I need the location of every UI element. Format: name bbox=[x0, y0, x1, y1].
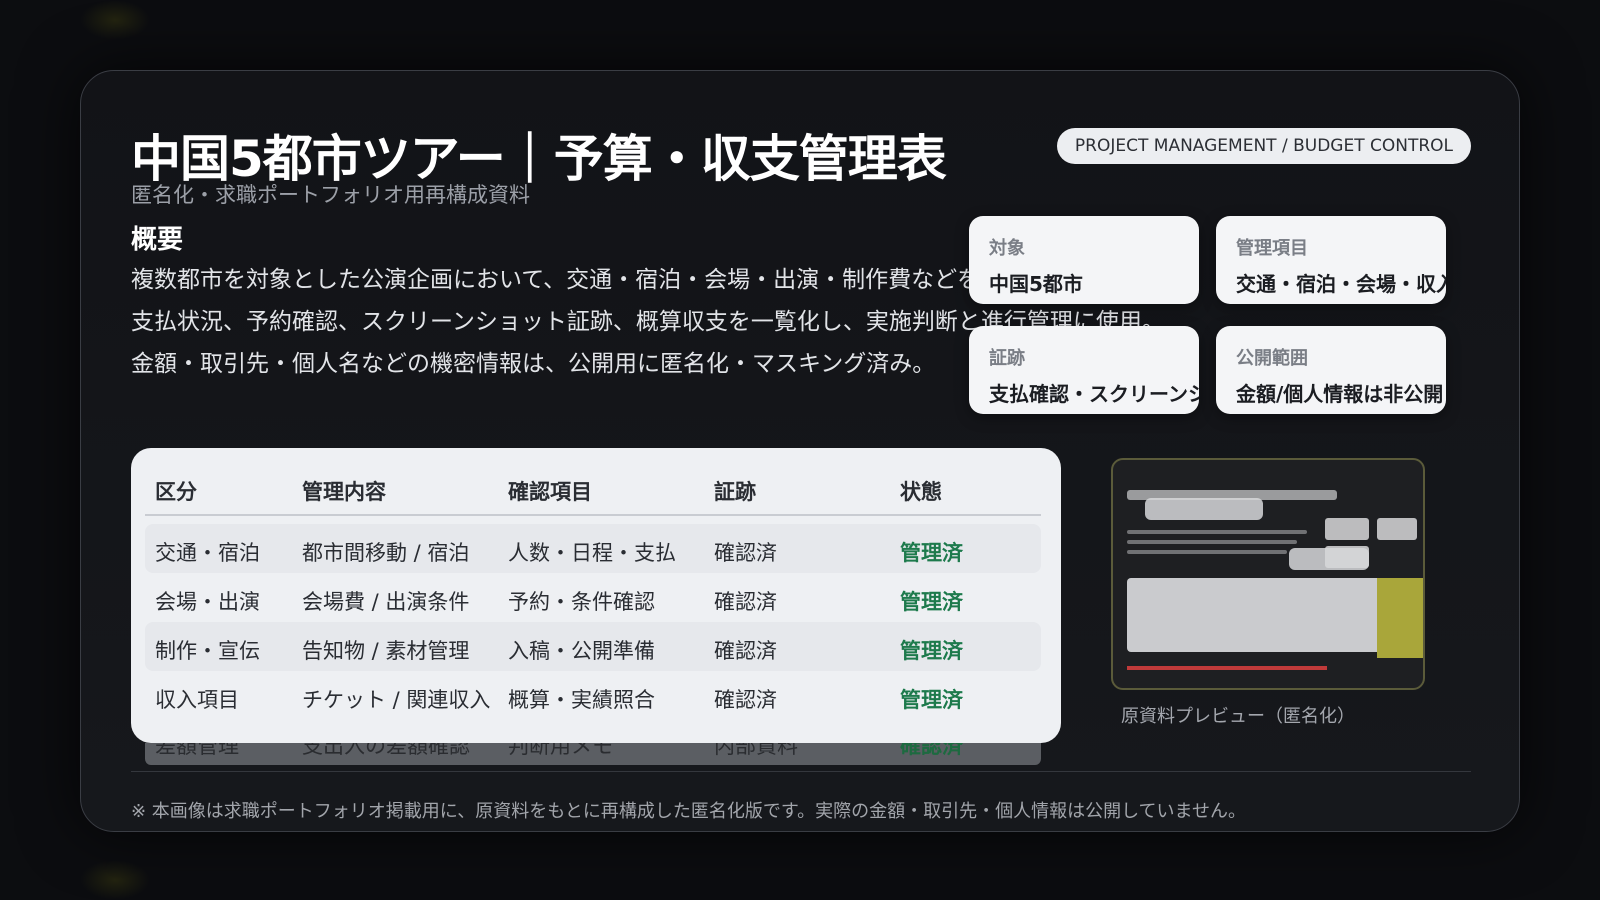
info-card-label: 証跡 bbox=[989, 348, 1025, 369]
column-header: 管理内容 bbox=[302, 480, 386, 504]
preview-blur-box bbox=[1325, 518, 1369, 540]
preview-blur-line bbox=[1127, 530, 1307, 534]
table-cell: 確認済 bbox=[714, 639, 777, 663]
table-cell: 差額管理 bbox=[155, 743, 239, 758]
table-cell: 確認済 bbox=[714, 541, 777, 565]
table-row: 会場・出演 会場費 / 出演条件 予約・条件確認 確認済 管理済 bbox=[145, 573, 1041, 622]
status-cell: 管理済 bbox=[900, 541, 963, 565]
main-card: 中国5都市ツアー｜予算・収支管理表 匿名化・求職ポートフォリオ用再構成資料 PR… bbox=[80, 70, 1520, 832]
table-row: 収入項目 チケット / 関連収入 概算・実績照合 確認済 管理済 bbox=[145, 671, 1041, 720]
preview-blur-line bbox=[1127, 550, 1287, 554]
preview-mask bbox=[1145, 498, 1263, 520]
preview-red-line bbox=[1127, 666, 1327, 670]
info-card-label: 管理項目 bbox=[1236, 238, 1308, 259]
info-card-value: 金額/個人情報は非公開 bbox=[1236, 382, 1444, 406]
info-card-items: 管理項目 交通・宿泊・会場・収入 bbox=[1216, 216, 1446, 304]
table-cell: チケット / 関連収入 bbox=[302, 688, 491, 712]
background-glow-top bbox=[80, 0, 150, 40]
table-cell: 都市間移動 / 宿泊 bbox=[302, 541, 470, 565]
table-cell: 会場費 / 出演条件 bbox=[302, 590, 470, 614]
page-subtitle: 匿名化・求職ポートフォリオ用再構成資料 bbox=[131, 183, 530, 207]
table-cell: 確認済 bbox=[714, 688, 777, 712]
source-preview-image bbox=[1111, 458, 1425, 690]
column-header: 確認項目 bbox=[508, 480, 592, 504]
status-cell: 確認済 bbox=[900, 743, 963, 758]
preview-blur-table bbox=[1127, 578, 1399, 652]
info-card-label: 対象 bbox=[989, 238, 1025, 259]
management-table: 区分 管理内容 確認項目 証跡 状態 交通・宿泊 都市間移動 / 宿泊 人数・日… bbox=[131, 448, 1061, 743]
table-cell: 支出入の差額確認 bbox=[302, 743, 470, 758]
background-glow-bottom bbox=[80, 860, 150, 900]
table-cell: 交通・宿泊 bbox=[155, 541, 260, 565]
table-row: 交通・宿泊 都市間移動 / 宿泊 人数・日程・支払 確認済 管理済 bbox=[145, 524, 1041, 573]
table-cell: 収入項目 bbox=[155, 688, 239, 712]
table-cell: 会場・出演 bbox=[155, 590, 260, 614]
table-cell: 予約・条件確認 bbox=[508, 590, 655, 614]
table-cell: 内部資料 bbox=[714, 743, 798, 758]
table-cell: 入稿・公開準備 bbox=[508, 639, 655, 663]
footnote: ※ 本画像は求職ポートフォリオ掲載用に、原資料をもとに再構成した匿名化版です。実… bbox=[131, 801, 1247, 822]
preview-mask bbox=[1289, 548, 1369, 570]
table-header: 区分 管理内容 確認項目 証跡 状態 bbox=[145, 468, 1041, 516]
table-cell: 概算・実績照合 bbox=[508, 688, 655, 712]
column-header: 状態 bbox=[900, 480, 942, 504]
info-card-value: 交通・宿泊・会場・収入 bbox=[1236, 272, 1446, 296]
table-cell: 告知物 / 素材管理 bbox=[302, 639, 470, 663]
preview-caption: 原資料プレビュー（匿名化） bbox=[1121, 706, 1355, 727]
info-card-target: 対象 中国5都市 bbox=[969, 216, 1199, 304]
status-cell: 管理済 bbox=[900, 639, 963, 663]
category-badge: PROJECT MANAGEMENT / BUDGET CONTROL bbox=[1056, 128, 1471, 164]
table-row: 制作・宣伝 告知物 / 素材管理 入稿・公開準備 確認済 管理済 bbox=[145, 622, 1041, 671]
overview-heading: 概要 bbox=[131, 225, 184, 255]
info-card-evidence: 証跡 支払確認・スクリーンショット bbox=[969, 326, 1199, 414]
table-cell: 制作・宣伝 bbox=[155, 639, 260, 663]
column-header: 区分 bbox=[155, 480, 197, 504]
table-row-overflow: 差額管理 支出入の差額確認 判断用メモ 内部資料 確認済 bbox=[145, 743, 1041, 765]
table-cell: 人数・日程・支払 bbox=[508, 541, 676, 565]
info-card-scope: 公開範囲 金額/個人情報は非公開 bbox=[1216, 326, 1446, 414]
footer-divider bbox=[131, 771, 1471, 772]
info-card-label: 公開範囲 bbox=[1236, 348, 1308, 369]
table-cell: 確認済 bbox=[714, 590, 777, 614]
preview-blur-box bbox=[1377, 518, 1417, 540]
preview-highlight bbox=[1377, 578, 1423, 658]
status-cell: 管理済 bbox=[900, 688, 963, 712]
info-card-value: 中国5都市 bbox=[989, 272, 1083, 296]
table-cell: 判断用メモ bbox=[508, 743, 613, 758]
info-card-value: 支払確認・スクリーンショット bbox=[989, 382, 1199, 406]
status-cell: 管理済 bbox=[900, 590, 963, 614]
column-header: 証跡 bbox=[714, 480, 756, 504]
preview-blur-line bbox=[1127, 540, 1297, 544]
